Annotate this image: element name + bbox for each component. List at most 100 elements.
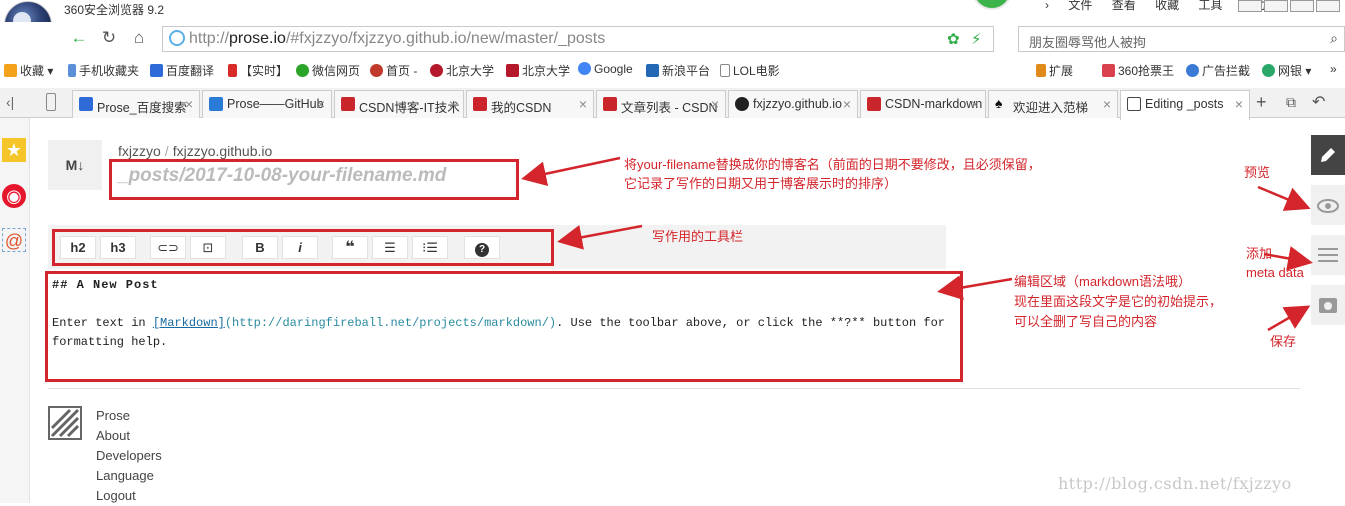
email-icon[interactable]: @	[2, 228, 26, 252]
close-tab-icon[interactable]: ×	[711, 96, 719, 112]
markdown-icon: M↓	[48, 140, 102, 190]
close-tab-icon[interactable]: ×	[317, 96, 325, 112]
minimize-button[interactable]	[1264, 0, 1288, 12]
undo-close-icon[interactable]: ↶	[1312, 92, 1325, 112]
restore-tabs-icon[interactable]: ⧉	[1286, 94, 1296, 111]
device-icon[interactable]	[46, 93, 56, 111]
back-arrow-icon[interactable]: ←	[68, 27, 90, 49]
close-tab-icon[interactable]: ×	[449, 96, 457, 112]
tab-prose-baidu[interactable]: Prose_百度搜索 ×	[72, 90, 200, 118]
footer-developers-link[interactable]: Developers	[96, 446, 162, 466]
editor-note-line3: 可以全删了写自己的内容	[1014, 314, 1158, 329]
editor-note-line1: 编辑区域（markdown语法哦）	[1014, 274, 1191, 289]
bookmark-google[interactable]: Google	[578, 62, 633, 76]
adblock-icon	[1186, 64, 1199, 77]
footer-prose-link[interactable]: Prose	[96, 406, 162, 426]
preview-note: 预览	[1244, 165, 1271, 180]
bookmark-mobile[interactable]: 手机收藏夹	[68, 62, 139, 79]
footer-about-link[interactable]: About	[96, 426, 162, 446]
close-tab-icon[interactable]: ×	[971, 96, 979, 112]
url-host: prose.io	[229, 30, 286, 47]
prose-icon	[1127, 97, 1141, 111]
more-icon[interactable]: »	[1330, 62, 1337, 76]
refresh-icon[interactable]: ↻	[98, 27, 120, 49]
footer-logout-link[interactable]: Logout	[96, 486, 162, 506]
pencil-icon	[1321, 148, 1335, 162]
search-icon[interactable]: ⌕	[1330, 30, 1338, 47]
close-tab-icon[interactable]: ×	[1103, 96, 1111, 112]
divider	[48, 388, 1300, 389]
arrow-to-preview	[1257, 185, 1311, 211]
editor-note-line2: 现在里面这段文字是它的初始提示，	[1014, 294, 1223, 309]
menu-tools[interactable]: 工具	[1198, 0, 1222, 12]
star-icon	[4, 64, 17, 77]
spade-icon: ♠	[995, 95, 1003, 111]
meta-note-line1: 添加	[1246, 246, 1273, 261]
breadcrumb: fxjzzyo / fxjzzyo.github.io	[118, 143, 273, 159]
new-tab-icon[interactable]: +	[1256, 92, 1267, 113]
wechat-icon	[296, 64, 309, 77]
close-tab-icon[interactable]: ×	[843, 96, 851, 112]
github-icon	[735, 97, 749, 111]
browser-title: 360安全浏览器 9.2	[64, 3, 165, 17]
save-button[interactable]	[1311, 285, 1345, 325]
close-tab-icon[interactable]: ×	[1235, 96, 1243, 112]
lightning-icon[interactable]: ⚡	[971, 30, 982, 48]
breadcrumb-repo[interactable]: fxjzzyo.github.io	[173, 143, 273, 159]
favorite-star-icon[interactable]: ★	[2, 138, 26, 162]
bookmark-home[interactable]: 首页 -	[370, 62, 417, 79]
close-window-button[interactable]	[1316, 0, 1340, 12]
tab-github-io[interactable]: fxjzzyo.github.io ×	[728, 90, 858, 118]
bookmark-favorites[interactable]: 收藏 ▾	[4, 62, 53, 79]
edit-mode-button[interactable]	[1311, 135, 1345, 175]
sina-icon	[646, 64, 659, 77]
url-field[interactable]: http://prose.io/#fxjzzyo/fxjzzyo.github.…	[162, 26, 994, 52]
breadcrumb-owner[interactable]: fxjzzyo	[118, 143, 161, 159]
watermark: http://blog.csdn.net/fxjzzyo	[1058, 474, 1292, 493]
bookmark-pku-1[interactable]: 北京大学	[430, 62, 494, 79]
close-tab-icon[interactable]: ×	[185, 96, 193, 112]
list-icon	[1318, 248, 1338, 262]
meta-note-line2: meta data	[1246, 265, 1304, 280]
menu-view[interactable]: 查看	[1112, 0, 1136, 12]
maximize-button[interactable]	[1290, 0, 1314, 12]
bookmark-lol[interactable]: LOL电影	[720, 62, 780, 79]
menu-file[interactable]: 文件	[1068, 0, 1092, 12]
filename-note-line1: 将your-filename替换成你的博客名（前面的日期不要修改，且必须保留，	[624, 157, 1041, 172]
tab-csdn-blog[interactable]: CSDN博客-IT技术 ×	[334, 90, 464, 118]
toolbar-highlight-box	[52, 229, 554, 266]
weibo-icon[interactable]: ◉	[2, 184, 26, 208]
site-security-icon	[169, 30, 185, 46]
tab-csdn-markdown[interactable]: CSDN-markdown ×	[860, 90, 986, 118]
bookmark-wechat[interactable]: 微信网页	[296, 62, 360, 79]
skin-button[interactable]	[1238, 0, 1262, 12]
meta-data-button[interactable]	[1311, 235, 1345, 275]
footer-language-link[interactable]: Language	[96, 466, 162, 486]
menu-favorites[interactable]: 收藏	[1155, 0, 1179, 12]
tab-editing-posts[interactable]: Editing _posts ×	[1120, 90, 1250, 120]
tab-article-list[interactable]: 文章列表 - CSDN ×	[596, 90, 726, 118]
search-suggestion: 朋友圈辱骂他人被拘	[1029, 35, 1147, 50]
google-icon	[578, 62, 591, 75]
ebank-button[interactable]: 网银 ▾	[1262, 62, 1311, 79]
tab-my-csdn[interactable]: 我的CSDN ×	[466, 90, 594, 118]
close-tab-icon[interactable]: ×	[579, 96, 587, 112]
home-icon[interactable]: ⌂	[128, 27, 150, 49]
bookmark-sina[interactable]: 新浪平台	[646, 62, 710, 79]
csdn-icon	[867, 97, 881, 111]
tab-scroll-left-icon[interactable]: ‹|	[6, 94, 14, 110]
footer-nav: Prose About Developers Language Logout	[96, 406, 162, 506]
search-input[interactable]: 朋友圈辱骂他人被拘 ⌕	[1018, 26, 1345, 52]
adblock-button[interactable]: 广告拦截	[1186, 62, 1250, 79]
preview-button[interactable]	[1311, 185, 1345, 225]
extensions-button[interactable]: 扩展	[1036, 62, 1073, 79]
speed-mode-icon[interactable]: ✿	[947, 30, 960, 48]
tab-welcome[interactable]: ♠ 欢迎进入范梯 ×	[988, 90, 1118, 118]
toolbar-note: 写作用的工具栏	[652, 229, 744, 244]
tab-prose-github[interactable]: Prose——GitHub ×	[202, 90, 332, 118]
bookmark-pku-2[interactable]: 北京大学	[506, 62, 570, 79]
arrow-to-filename	[521, 156, 621, 187]
bookmark-realtime[interactable]: 【实时】	[228, 62, 288, 79]
bookmark-baidu-translate[interactable]: 百度翻译	[150, 62, 214, 79]
ticket-button[interactable]: 360抢票王	[1102, 62, 1174, 79]
